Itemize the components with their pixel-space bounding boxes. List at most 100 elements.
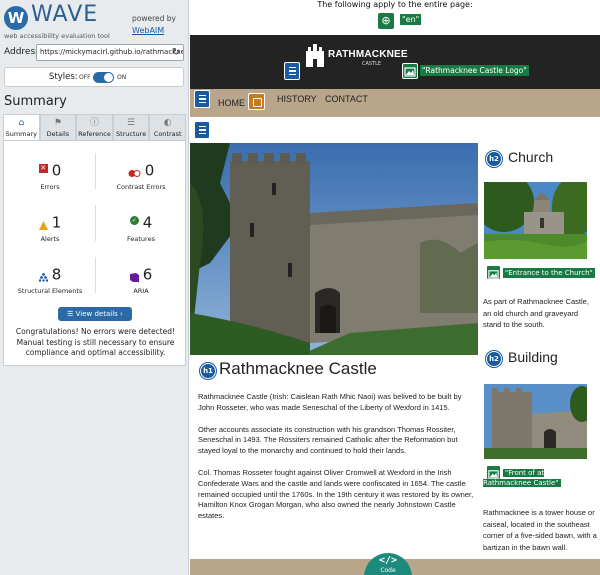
tab-structure[interactable]: ☰ Structure [112,114,150,140]
nav-history[interactable]: HISTORY [277,94,317,104]
alert-icon [38,216,48,230]
error-icon: ✕ [38,164,48,173]
view-details-label: View details › [75,310,123,318]
structure-icon [38,268,48,282]
features-label: Features [127,235,155,243]
church-alt-text: "Entrance to the Church" [503,268,595,278]
view-details-button[interactable]: ☰ View details › [58,307,132,321]
sidebar-column: h2 Church "Entrance to the Church" As pa… [482,143,600,575]
tab-reference[interactable]: ⓘ Reference [76,114,113,140]
alerts-stat[interactable]: 1 Alerts [7,213,93,259]
contrast-errors-count: 0 [144,161,155,180]
site-header: RATHMACKNEE CASTLE "Rathmacknee Castle L… [190,35,600,89]
aria-icon [129,268,139,282]
tab-label: Details [46,130,70,138]
contrast-errors-label: Contrast Errors [116,183,166,191]
main-region-icon[interactable] [194,121,210,139]
styles-off-label: OFF [79,74,91,81]
article-body: Rathmacknee Castle (Irish: Caislean Rath… [198,392,478,533]
divider [95,153,96,189]
code-icon: </> [378,555,398,566]
image-alt-icon[interactable] [486,265,501,280]
building-image [484,384,587,459]
tab-label: Reference [78,130,111,138]
address-input[interactable]: https://mickymacirl.github.io/rathmackne… [36,44,184,61]
building-alt-text-wrap: "Front of at Rathmacknee Castle" [483,468,587,488]
home-icon: ⌂ [18,118,25,128]
logo-subtitle: CASTLE [362,61,382,67]
feature-icon: ✓ [129,216,139,225]
building-heading: Building [508,349,558,365]
address-row: Address: https://mickymacirl.github.io/r… [0,44,189,62]
errors-stat[interactable]: ✕ 0 Errors [7,161,93,207]
header-region-icon[interactable] [284,62,300,80]
h2-badge-icon[interactable]: h2 [486,151,502,167]
divider [95,205,96,241]
paragraph: Rathmacknee Castle (Irish: Caislean Rath… [198,392,462,412]
wave-sidebar: W WAVE web accessibility evaluation tool… [0,0,189,575]
document-notice: The following apply to the entire page: [317,0,473,9]
aria-label: ARIA [133,287,149,295]
h2-badge-icon[interactable]: h2 [486,351,502,367]
aria-stat[interactable]: 6 ARIA [98,265,184,311]
structural-count: 8 [51,265,62,284]
styles-toggle-row: Styles: OFF ON [4,67,184,87]
h1-badge-icon[interactable]: h1 [200,363,216,379]
tab-details[interactable]: ⚑ Details [39,114,77,140]
info-icon: ⓘ [89,118,99,128]
webaim-link[interactable]: WebAIM [132,26,164,35]
styles-on-label: ON [117,74,127,81]
tab-summary[interactable]: ⌂ Summary [3,114,40,140]
styles-label: Styles: [49,72,78,82]
building-alt-text: "Front of at Rathmacknee Castle" [483,469,561,487]
logo-alt-text: "Rathmacknee Castle Logo" [420,65,529,76]
church-image [484,182,587,259]
church-description: As part of Rathmacknee Castle, an old ch… [483,297,589,329]
errors-count: 0 [51,161,62,180]
structural-label: Structural Elements [17,287,83,295]
wave-logo: W WAVE web accessibility evaluation tool… [4,2,186,42]
errors-label: Errors [40,183,60,191]
alerts-label: Alerts [40,235,60,243]
contrast-error-icon [128,164,141,177]
paragraph: Other accounts associate its constructio… [198,424,458,456]
language-label: "en" [400,14,422,25]
features-stat[interactable]: ✓ 4 Features [98,213,184,259]
reload-icon[interactable]: ↻ [172,47,180,58]
globe-icon[interactable]: ⊕ [378,13,394,29]
structure-icon: ☰ [127,118,136,128]
powered-by-label: powered by [132,14,176,23]
summary-heading: Summary [4,94,67,109]
image-alt-icon[interactable] [402,63,418,79]
nav-region-icon[interactable] [194,90,210,108]
congrats-message: Congratulations! No errors were detected… [15,327,176,357]
tab-contrast[interactable]: ◐ Contrast [149,114,186,140]
wave-logo-icon: W [4,6,28,30]
contrast-errors-stat[interactable]: 0 Contrast Errors [98,161,184,207]
code-label: Code [380,567,396,574]
divider [95,257,96,293]
toggle-knob [104,73,113,82]
site-logo[interactable]: RATHMACKNEE CASTLE [304,41,408,71]
aria-count: 6 [142,265,153,284]
page-content: The following apply to the entire page: … [190,0,600,575]
tab-label: Summary [5,130,37,138]
link-alert-icon[interactable] [248,93,265,110]
styles-toggle[interactable] [93,72,114,83]
list-icon: ☰ [67,310,74,318]
alerts-count: 1 [51,213,62,232]
castle-icon [306,44,324,67]
nav-contact[interactable]: CONTACT [325,94,368,104]
nav-home[interactable]: HOME [218,98,245,108]
structural-stat[interactable]: 8 Structural Elements [7,265,93,311]
wave-tabs: ⌂ Summary ⚑ Details ⓘ Reference ☰ Struct… [3,114,186,140]
logo-title: RATHMACKNEE [328,49,408,60]
flag-icon: ⚑ [53,118,62,128]
summary-panel: ✕ 0 Errors 0 Contrast Errors 1 Alerts ✓ 4 [3,140,186,366]
code-toggle-button[interactable]: </> Code [364,553,412,575]
church-heading: Church [508,149,554,165]
paragraph: Col. Thomas Rosseter fought against Oliv… [198,467,474,521]
features-count: 4 [142,213,153,232]
page-title: Rathmacknee Castle [219,359,377,378]
building-description: Rathmacknee is a tower house or caiseal,… [483,508,597,552]
